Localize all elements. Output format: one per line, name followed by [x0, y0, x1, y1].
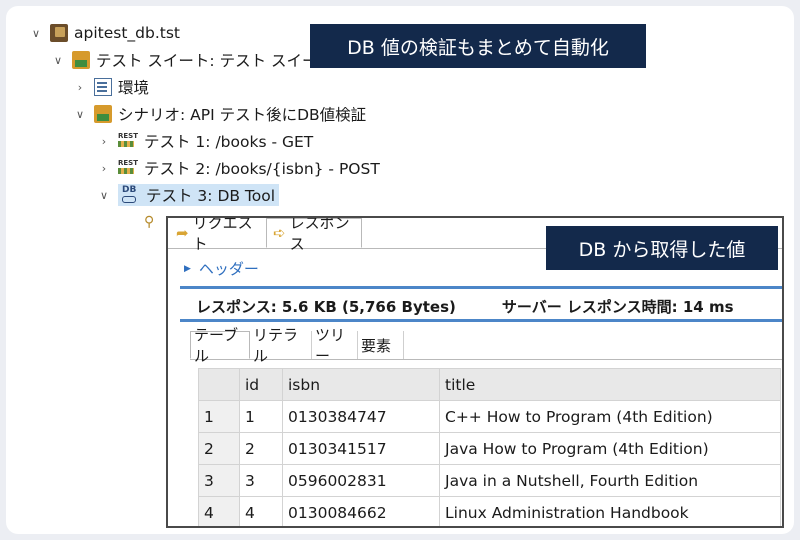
rest-test-icon: REST — [118, 159, 138, 177]
tree-item-project[interactable]: ∨ apitest_db.tst — [28, 20, 180, 46]
chevron-down-icon[interactable]: ∨ — [50, 54, 66, 67]
response-status: レスポンス: 5.6 KB (5,766 Bytes) サーバー レスポンス時間:… — [196, 296, 734, 317]
subtab-elements-label: 要素 — [361, 336, 392, 355]
tree-item-label: テスト 1: /books - GET — [144, 133, 314, 151]
cell-title: Linux Administration Handbook — [439, 496, 781, 526]
response-arrow-icon: ➪ — [273, 224, 286, 242]
chevron-down-icon[interactable]: ∨ — [72, 108, 88, 121]
table-row[interactable]: 3 3 0596002831 Java in a Nutshell, Fourt… — [198, 464, 781, 497]
cell-id: 2 — [239, 432, 283, 465]
response-size: レスポンス: 5.6 KB (5,766 Bytes) — [196, 298, 456, 316]
column-header-id[interactable]: id — [239, 368, 283, 401]
row-number: 2 — [198, 432, 240, 465]
subtab-literal-label: リテラル — [253, 326, 299, 365]
chevron-right-icon[interactable]: › — [72, 81, 88, 94]
row-number: 3 — [198, 464, 240, 497]
tree-selection[interactable]: DB テスト 3: DB Tool — [118, 184, 280, 206]
cell-isbn: 0130384747 — [282, 400, 440, 433]
cell-title: Java How to Program (4th Edition) — [439, 432, 781, 465]
headers-toggle[interactable]: ▶ ヘッダー — [184, 258, 259, 279]
table-row[interactable]: 4 4 0130084662 Linux Administration Hand… — [198, 496, 781, 526]
subtab-literal[interactable]: リテラル — [250, 326, 312, 365]
result-table: id isbn title 1 1 0130384747 C++ How to … — [198, 368, 781, 526]
triangle-right-icon: ▶ — [184, 263, 191, 274]
cell-isbn: 0596002831 — [282, 464, 440, 497]
project-icon — [50, 24, 68, 42]
callout-panel: DB から取得した値 — [546, 226, 778, 270]
column-header-rownum[interactable] — [198, 368, 240, 401]
db-tool-icon: DB — [122, 186, 140, 204]
table-row[interactable]: 2 2 0130341517 Java How to Program (4th … — [198, 432, 781, 465]
environment-icon — [94, 78, 112, 96]
response-panel: ➦ リクエスト ➪ レスポンス ▶ ヘッダー レスポンス: 5.6 KB (5,… — [166, 216, 784, 528]
tree-item-label: テスト スイート: テスト スイート — [96, 52, 334, 70]
tab-response-label: レスポンス — [289, 216, 350, 253]
request-arrow-icon: ➦ — [176, 224, 189, 242]
rest-test-icon: REST — [118, 132, 138, 150]
view-subtabs: テーブル リテラル ツリー 要素 — [190, 326, 782, 365]
cell-id: 3 — [239, 464, 283, 497]
subtab-elements[interactable]: 要素 — [358, 331, 404, 359]
tab-request[interactable]: ➦ リクエスト — [170, 218, 266, 253]
chained-tool-icon: ⚲ — [144, 214, 155, 230]
cell-id: 4 — [239, 496, 283, 526]
cell-isbn: 0130084662 — [282, 496, 440, 526]
tree-item-environment[interactable]: › 環境 — [72, 74, 149, 100]
column-header-isbn[interactable]: isbn — [282, 368, 440, 401]
chevron-right-icon[interactable]: › — [96, 162, 112, 175]
callout-top: DB 値の検証もまとめて自動化 — [310, 24, 646, 68]
test-suite-icon — [72, 51, 90, 69]
row-number: 4 — [198, 496, 240, 526]
screenshot-card: ∨ apitest_db.tst ∨ テスト スイート: テスト スイート › … — [6, 6, 794, 534]
cell-title: C++ How to Program (4th Edition) — [439, 400, 781, 433]
response-time: サーバー レスポンス時間: 14 ms — [501, 298, 734, 316]
tree-item-test-3[interactable]: ∨ DB テスト 3: DB Tool — [96, 182, 280, 208]
separator-bottom — [180, 319, 782, 322]
cell-id: 1 — [239, 400, 283, 433]
tree-item-label: apitest_db.tst — [74, 24, 180, 42]
tree-item-scenario[interactable]: ∨ シナリオ: API テスト後にDB値検証 — [72, 101, 366, 127]
table-row[interactable]: 1 1 0130384747 C++ How to Program (4th E… — [198, 400, 781, 433]
chevron-down-icon[interactable]: ∨ — [28, 27, 44, 40]
tree-item-label: 環境 — [118, 79, 150, 97]
subtab-table-label: テーブル — [194, 326, 239, 365]
tree-item-label: シナリオ: API テスト後にDB値検証 — [118, 106, 367, 124]
subtab-tree[interactable]: ツリー — [312, 326, 358, 365]
callout-panel-text: DB から取得した値 — [578, 238, 746, 261]
separator-top — [180, 286, 782, 289]
column-header-title[interactable]: title — [439, 368, 781, 401]
subtab-table[interactable]: テーブル — [190, 326, 250, 365]
callout-top-text: DB 値の検証もまとめて自動化 — [347, 36, 609, 59]
cell-isbn: 0130341517 — [282, 432, 440, 465]
table-header-row: id isbn title — [198, 368, 781, 401]
tab-request-label: リクエスト — [192, 216, 253, 253]
chevron-down-icon[interactable]: ∨ — [96, 189, 112, 202]
tab-response[interactable]: ➪ レスポンス — [266, 218, 362, 253]
tree-item-label: テスト 3: DB Tool — [146, 187, 276, 205]
chevron-right-icon[interactable]: › — [96, 135, 112, 148]
cell-title: Java in a Nutshell, Fourth Edition — [439, 464, 781, 497]
tree-item-label: テスト 2: /books/{isbn} - POST — [144, 160, 380, 178]
subtab-tree-label: ツリー — [315, 326, 346, 365]
row-number: 1 — [198, 400, 240, 433]
headers-toggle-label: ヘッダー — [198, 260, 259, 278]
tree-item-suite[interactable]: ∨ テスト スイート: テスト スイート — [50, 47, 333, 73]
tree-item-test-2[interactable]: › REST テスト 2: /books/{isbn} - POST — [96, 155, 380, 181]
tree-item-test-1[interactable]: › REST テスト 1: /books - GET — [96, 128, 313, 154]
scenario-icon — [94, 105, 112, 123]
